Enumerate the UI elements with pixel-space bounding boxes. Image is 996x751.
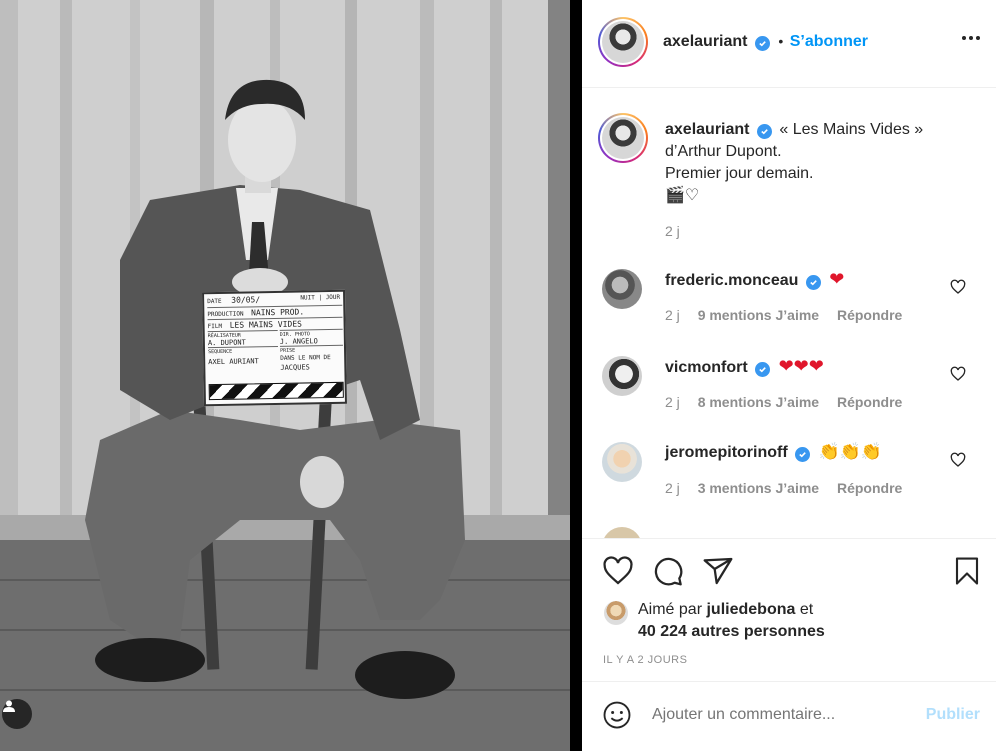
verified-badge-icon xyxy=(805,275,821,290)
author-username[interactable]: axelauriant xyxy=(663,33,747,50)
comment-text: 👏👏👏 xyxy=(818,442,883,461)
comment-text: ❤❤❤ xyxy=(778,356,824,376)
clap-sequence-label: SEQUENCE xyxy=(208,348,233,356)
clapperboard: DATE 30/05/ NUIT | JOUR PRODUCTION NAINS… xyxy=(202,289,347,407)
verified-badge-icon xyxy=(754,36,770,51)
liked-by-prefix: Aimé par xyxy=(638,601,703,618)
clap-prise-label: PRISE xyxy=(279,347,296,354)
verified-badge-icon xyxy=(795,447,811,462)
comment-like-heart-icon[interactable] xyxy=(950,279,966,295)
speech-bubble-icon[interactable] xyxy=(652,555,684,587)
person-tag-icon xyxy=(3,700,15,712)
paper-plane-icon[interactable] xyxy=(702,555,734,587)
comment-like-heart-icon[interactable] xyxy=(950,452,966,468)
comment-time[interactable]: 2 j xyxy=(665,394,680,410)
comment-likes[interactable]: 9 mentions J’aime xyxy=(698,307,819,323)
bookmark-icon[interactable] xyxy=(952,555,982,587)
author-avatar[interactable] xyxy=(598,17,648,67)
clap-sequence-value: AXEL AURIANT xyxy=(208,357,259,367)
smiley-icon[interactable] xyxy=(602,700,632,730)
clap-prise-value2: JACQUES xyxy=(280,363,310,372)
post-side-panel: axelauriant • S’abonner axelauriant « Le… xyxy=(582,0,996,751)
caption-line-4: 🎬♡ xyxy=(665,187,700,204)
comment-text: ❤ xyxy=(829,269,845,289)
comment-item: vicmonfort ❤❤❤ 2 j 8 mentions J’aime Rép… xyxy=(602,356,982,426)
liked-by-others[interactable]: 40 224 autres personnes xyxy=(638,623,825,640)
header-bullet: • xyxy=(778,33,784,49)
clap-stripes xyxy=(208,381,344,401)
liked-by-summary: Aimé par juliedebona et 40 224 autres pe… xyxy=(638,599,825,643)
clap-film-value: LES MAINS VIDES xyxy=(229,319,302,330)
tagged-users-button[interactable] xyxy=(2,699,32,729)
comment-item-partial xyxy=(602,527,642,538)
comment-likes[interactable]: 8 mentions J’aime xyxy=(698,394,819,410)
comment-item: frederic.monceau ❤ 2 j 9 mentions J’aime… xyxy=(602,269,982,339)
add-comment-form: Publier xyxy=(582,681,996,751)
more-options-button[interactable] xyxy=(962,36,980,40)
liked-by-user[interactable]: juliedebona xyxy=(706,601,795,618)
commenter-avatar[interactable] xyxy=(602,269,642,309)
caption-time[interactable]: 2 j xyxy=(665,223,680,239)
reply-button[interactable]: Répondre xyxy=(837,480,902,496)
commenter-username[interactable]: frederic.monceau xyxy=(665,272,798,289)
post-photo[interactable]: DATE 30/05/ NUIT | JOUR PRODUCTION NAINS… xyxy=(0,0,570,751)
liked-by-and: et xyxy=(799,601,814,618)
comment-likes[interactable]: 3 mentions J’aime xyxy=(698,480,819,496)
commenter-avatar[interactable] xyxy=(602,356,642,396)
verified-badge-icon xyxy=(756,124,772,139)
caption-author-username[interactable]: axelauriant xyxy=(665,121,749,138)
clap-film-label: FILM xyxy=(207,322,223,331)
comment-input[interactable] xyxy=(652,706,902,724)
post-header: axelauriant • S’abonner xyxy=(582,0,996,88)
clap-prise-value: DANS LE NOM DE xyxy=(280,354,331,362)
publish-button[interactable]: Publier xyxy=(926,706,980,724)
reply-button[interactable]: Répondre xyxy=(837,307,902,323)
clap-production-label: PRODUCTION xyxy=(207,310,244,319)
follow-button[interactable]: S’abonner xyxy=(790,33,868,50)
post-timestamp[interactable]: IL Y A 2 JOURS xyxy=(603,654,687,666)
more-dots-icon xyxy=(962,36,966,40)
photo-panel-divider xyxy=(570,0,582,751)
comments-list[interactable]: axelauriant « Les Mains Vides » d’Arthur… xyxy=(582,89,996,538)
clap-date-value: 30/05/ xyxy=(231,295,261,305)
clap-nuit-jour: NUIT | JOUR xyxy=(300,293,341,302)
comment-time[interactable]: 2 j xyxy=(665,480,680,496)
caption-line-3: Premier jour demain. xyxy=(665,165,814,182)
heart-outline-icon[interactable] xyxy=(602,555,634,587)
commenter-username[interactable]: vicmonfort xyxy=(665,359,748,376)
comment-time[interactable]: 2 j xyxy=(665,307,680,323)
comment-like-heart-icon[interactable] xyxy=(950,366,966,382)
clap-date-label: DATE xyxy=(207,297,222,306)
commenter-username[interactable]: jeromepitorinoff xyxy=(665,444,788,461)
liker-avatar[interactable] xyxy=(604,601,628,625)
commenter-avatar[interactable] xyxy=(602,442,642,482)
caption-line-1: « Les Mains Vides » xyxy=(779,121,924,138)
verified-badge-icon xyxy=(755,362,771,377)
caption-author-avatar[interactable] xyxy=(598,113,648,163)
caption-line-2: d’Arthur Dupont. xyxy=(665,143,782,160)
post-actions: Aimé par juliedebona et 40 224 autres pe… xyxy=(582,538,996,681)
comment-item: jeromepitorinoff 👏👏👏 2 j 3 mentions J’ai… xyxy=(602,442,982,512)
clap-production-value: NAINS PROD. xyxy=(251,307,305,318)
reply-button[interactable]: Répondre xyxy=(837,394,902,410)
